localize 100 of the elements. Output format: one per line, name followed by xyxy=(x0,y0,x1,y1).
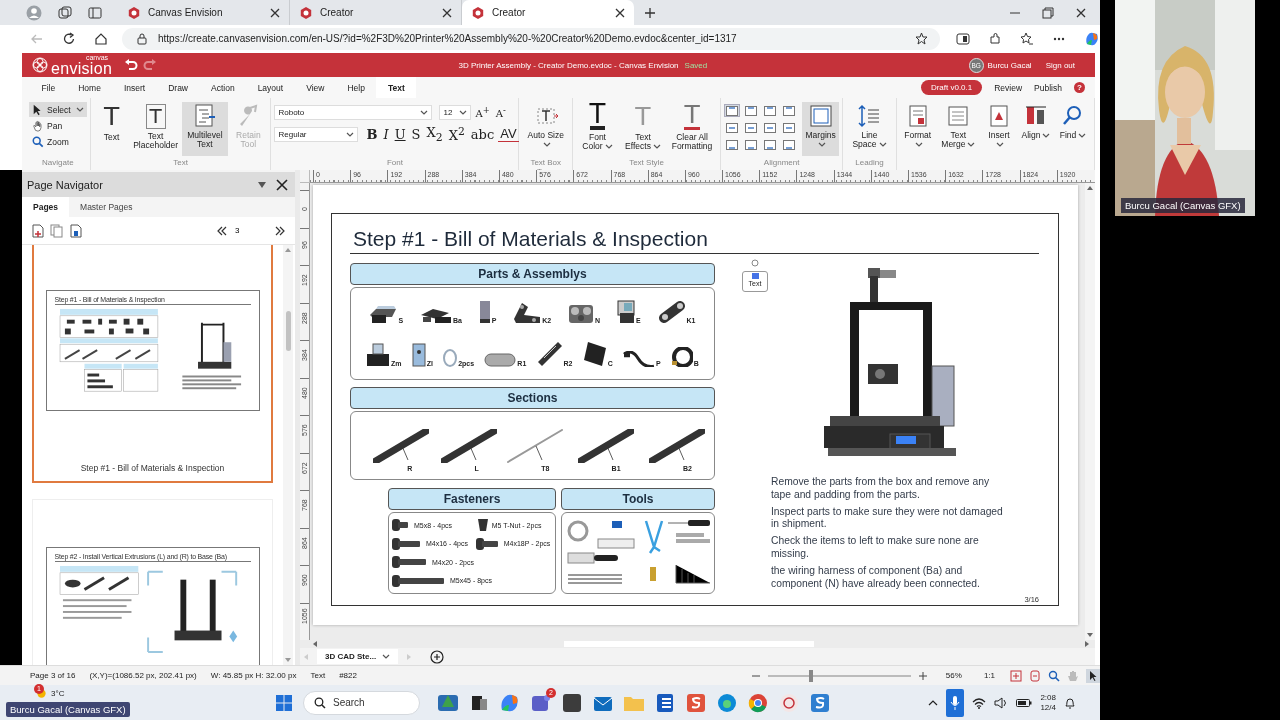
alignment-button[interactable] xyxy=(781,138,797,151)
menu-tab[interactable]: Action xyxy=(199,77,247,98)
tool-button[interactable]: Line Space xyxy=(846,102,893,156)
close-icon[interactable] xyxy=(1075,6,1087,19)
wifi-icon[interactable] xyxy=(972,696,987,709)
star-icon[interactable] xyxy=(915,32,928,45)
tool-button[interactable]: Align xyxy=(1018,102,1054,156)
tool-button[interactable]: T Text Effects xyxy=(619,102,666,156)
address-field[interactable]: https://create.canvasenvision.com/en-US/?id=%2F3D%20Printer%20Assembly%20-%20Creator%20Demo.evdoc&center_id=1317 xyxy=(122,27,940,50)
workspaces-icon[interactable] xyxy=(58,5,72,20)
tab-actions-icon[interactable] xyxy=(88,5,102,20)
alignment-button[interactable] xyxy=(743,121,759,134)
font-family-dropdown[interactable]: Roboto xyxy=(274,105,433,120)
close-icon[interactable] xyxy=(614,6,626,19)
scroll-up-icon[interactable] xyxy=(1086,185,1094,191)
alignment-button[interactable] xyxy=(762,104,778,117)
alignment-button[interactable] xyxy=(781,104,797,117)
tool-button[interactable]: Multilevel Text xyxy=(181,102,229,156)
actual-size-button[interactable]: 1:1 xyxy=(983,671,995,680)
zoom-in-icon[interactable] xyxy=(917,670,928,681)
search-icon[interactable] xyxy=(1048,669,1060,682)
alignment-button[interactable] xyxy=(743,104,759,117)
rotate-handle-icon[interactable] xyxy=(751,259,759,267)
sign-out-link[interactable]: Sign out xyxy=(1045,60,1075,70)
copilot-icon[interactable] xyxy=(1084,30,1100,47)
alignment-button[interactable] xyxy=(724,138,740,151)
alignment-button[interactable] xyxy=(724,121,740,134)
delete-page-icon[interactable] xyxy=(70,223,82,238)
tool-button[interactable]: Select xyxy=(29,102,87,117)
menu-link[interactable]: Review xyxy=(994,82,1023,93)
dropdown-icon[interactable] xyxy=(257,180,267,189)
browser-tab[interactable]: Creator xyxy=(462,0,634,25)
alignment-button[interactable] xyxy=(762,138,778,151)
menu-tab[interactable]: Insert xyxy=(112,77,157,98)
scroll-left-icon[interactable] xyxy=(312,640,318,648)
extensions-icon[interactable] xyxy=(988,31,1002,46)
scroll-down-icon[interactable] xyxy=(284,657,292,663)
notification-bell-icon[interactable] xyxy=(1064,695,1076,710)
bold-button[interactable]: B xyxy=(364,126,380,142)
strikethrough-button[interactable]: S xyxy=(409,126,423,142)
tool-button[interactable]: Pan xyxy=(29,118,87,133)
alignment-button[interactable] xyxy=(762,121,778,134)
font-size-button[interactable]: A$^{+}$ xyxy=(473,105,492,120)
split-screen-icon[interactable] xyxy=(956,31,970,46)
fit-width-icon[interactable] xyxy=(1029,669,1041,682)
panel-tab[interactable]: Pages xyxy=(22,197,70,217)
close-icon[interactable] xyxy=(276,178,288,191)
menu-tab[interactable]: File xyxy=(30,77,67,98)
panel-tab[interactable]: Master Pages xyxy=(69,197,144,217)
scroll-up-icon[interactable] xyxy=(284,247,292,253)
next-page-icon[interactable] xyxy=(275,225,285,236)
profile-icon[interactable] xyxy=(26,4,42,21)
battery-icon[interactable] xyxy=(1016,697,1033,708)
scroll-down-icon[interactable] xyxy=(1086,632,1094,638)
pointer-icon[interactable] xyxy=(1086,668,1100,683)
subscript-button[interactable]: X$_{2}$ xyxy=(424,125,445,144)
menu-link[interactable]: Publish xyxy=(1034,82,1062,93)
menu-tab[interactable]: Home xyxy=(66,77,113,98)
tool-button[interactable]: Margins xyxy=(802,102,840,156)
caps-button[interactable]: abc xyxy=(468,126,497,142)
spacing-button[interactable]: AV xyxy=(498,126,519,143)
scrollbar-thumb[interactable] xyxy=(285,311,291,351)
help-button[interactable]: ? xyxy=(1074,82,1085,93)
italic-button[interactable]: I xyxy=(381,126,391,142)
sheet-tab[interactable]: 3D CAD Ste... xyxy=(317,649,399,664)
previous-page-icon[interactable] xyxy=(217,225,227,236)
menu-tab[interactable]: View xyxy=(294,77,336,98)
alignment-button[interactable] xyxy=(781,121,797,134)
draft-version-button[interactable]: Draft v0.0.1 xyxy=(920,80,983,95)
duplicate-page-icon[interactable] xyxy=(50,223,64,238)
close-icon[interactable] xyxy=(441,6,453,19)
add-page-icon[interactable] xyxy=(32,223,44,238)
font-size-dropdown[interactable]: 12 xyxy=(439,105,472,120)
refresh-icon[interactable] xyxy=(62,31,76,46)
underline-button[interactable]: U xyxy=(392,126,408,142)
volume-icon[interactable] xyxy=(994,696,1009,709)
menu-tab[interactable]: Draw xyxy=(156,77,200,98)
favorites-icon[interactable] xyxy=(1020,31,1034,46)
tool-button[interactable]: Find xyxy=(1055,102,1091,156)
zoom-slider-thumb[interactable] xyxy=(808,669,813,682)
add-sheet-icon[interactable] xyxy=(430,649,445,664)
taskbar-search-field[interactable]: Search xyxy=(303,690,420,715)
home-icon[interactable] xyxy=(94,31,108,46)
restore-icon[interactable] xyxy=(1042,6,1054,19)
tool-button[interactable]: Auto Size xyxy=(522,102,569,156)
font-style-dropdown[interactable]: Regular xyxy=(274,126,359,142)
tool-button[interactable]: T Text xyxy=(93,102,130,156)
undo-icon[interactable] xyxy=(124,59,139,71)
fit-page-icon[interactable] xyxy=(1010,669,1022,682)
tool-button[interactable]: Zoom xyxy=(29,134,87,149)
menu-tab[interactable]: Help xyxy=(335,77,377,98)
menu-tab[interactable]: Layout xyxy=(246,77,295,98)
alignment-button[interactable] xyxy=(724,104,740,117)
menu-tab[interactable]: Text xyxy=(376,77,417,98)
close-icon[interactable] xyxy=(269,6,281,19)
tool-button[interactable]: T Clear All Formatting xyxy=(667,102,717,156)
tool-button[interactable]: Text Merge xyxy=(936,102,980,156)
font-size-button[interactable]: A$^{-}$ xyxy=(493,105,508,120)
alignment-button[interactable] xyxy=(743,138,759,151)
tool-button[interactable]: T Text Placeholder xyxy=(130,102,181,156)
